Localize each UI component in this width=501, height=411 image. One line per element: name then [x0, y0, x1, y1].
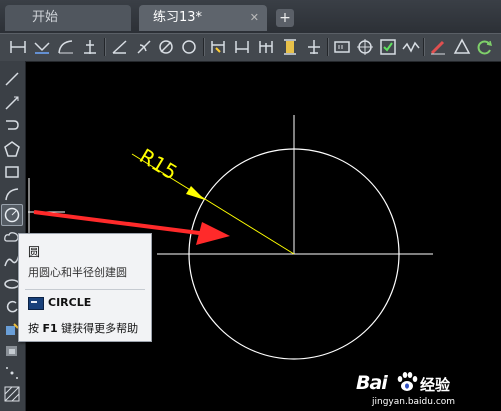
align-icon[interactable] — [208, 37, 228, 57]
radius-dimension-text: R15 — [135, 144, 181, 185]
circle-icon[interactable] — [179, 37, 199, 57]
document-tab-bar: 开始 练习13* ✕ + — [0, 0, 501, 33]
help-prefix: 按 — [28, 322, 39, 335]
checkmark-icon[interactable] — [378, 37, 398, 57]
ray-icon[interactable] — [2, 93, 22, 113]
watermark-url: jingyan.baidu.com — [372, 397, 456, 407]
tab-active-drawing[interactable]: 练习13* ✕ — [139, 5, 267, 31]
parallel-dim-icon[interactable] — [256, 37, 276, 57]
tangent-arc-icon[interactable] — [134, 37, 154, 57]
triangle-icon[interactable] — [452, 37, 472, 57]
tooltip-command: CIRCLE — [48, 296, 92, 309]
coordinate-icon[interactable] — [80, 37, 100, 57]
watermark-jingyan: 经验 — [420, 376, 451, 394]
arc-icon[interactable] — [56, 37, 76, 57]
paw-icon — [397, 372, 418, 391]
help-suffix: 键获得更多帮助 — [61, 322, 139, 335]
help-key: F1 — [42, 322, 58, 335]
tooltip-divider — [25, 289, 145, 290]
pen-icon[interactable] — [428, 37, 448, 57]
refresh-icon[interactable] — [475, 37, 495, 57]
command-line-icon — [28, 297, 44, 310]
point-icon[interactable] — [2, 363, 22, 383]
tab-start-label: 开始 — [32, 10, 59, 25]
wave-icon[interactable] — [401, 37, 421, 57]
tab-active-label: 练习13* — [153, 10, 203, 25]
polyline-icon[interactable] — [2, 116, 22, 136]
ray-icon[interactable] — [32, 37, 52, 57]
circle-icon[interactable] — [1, 204, 23, 226]
tab-start[interactable]: 开始 — [5, 5, 131, 31]
line-icon[interactable] — [8, 37, 28, 57]
linear-dim-icon[interactable] — [232, 37, 252, 57]
annotation-arrow-shaft — [33, 210, 208, 236]
angle-icon[interactable] — [110, 37, 130, 57]
tooltip-help: 按 F1 键获得更多帮助 — [28, 320, 138, 336]
tooltip-title: 圆 — [28, 245, 41, 259]
close-icon[interactable]: ✕ — [250, 5, 259, 31]
hatch-icon[interactable] — [2, 384, 22, 404]
no-entry-icon[interactable] — [156, 37, 176, 57]
command-tooltip: 圆 用圆心和半径创建圆 CIRCLE 按 F1 键获得更多帮助 — [18, 233, 152, 342]
new-tab-button[interactable]: + — [276, 9, 294, 27]
arc-icon[interactable] — [2, 184, 22, 204]
block-icon[interactable] — [2, 341, 22, 361]
tooltip-description: 用圆心和半径创建圆 — [28, 266, 127, 279]
line-icon[interactable] — [2, 69, 22, 89]
annotation-arrowhead — [196, 222, 230, 245]
dimension-arrowhead — [186, 186, 205, 200]
rectangle-icon[interactable] — [2, 162, 22, 182]
text-height-icon[interactable] — [280, 37, 300, 57]
baseline-icon[interactable] — [304, 37, 324, 57]
polygon-icon[interactable] — [2, 139, 22, 159]
block-icon[interactable] — [332, 37, 352, 57]
target-icon[interactable] — [355, 37, 375, 57]
watermark-brand: Bai — [356, 372, 388, 394]
draw-toolbar — [0, 33, 501, 62]
